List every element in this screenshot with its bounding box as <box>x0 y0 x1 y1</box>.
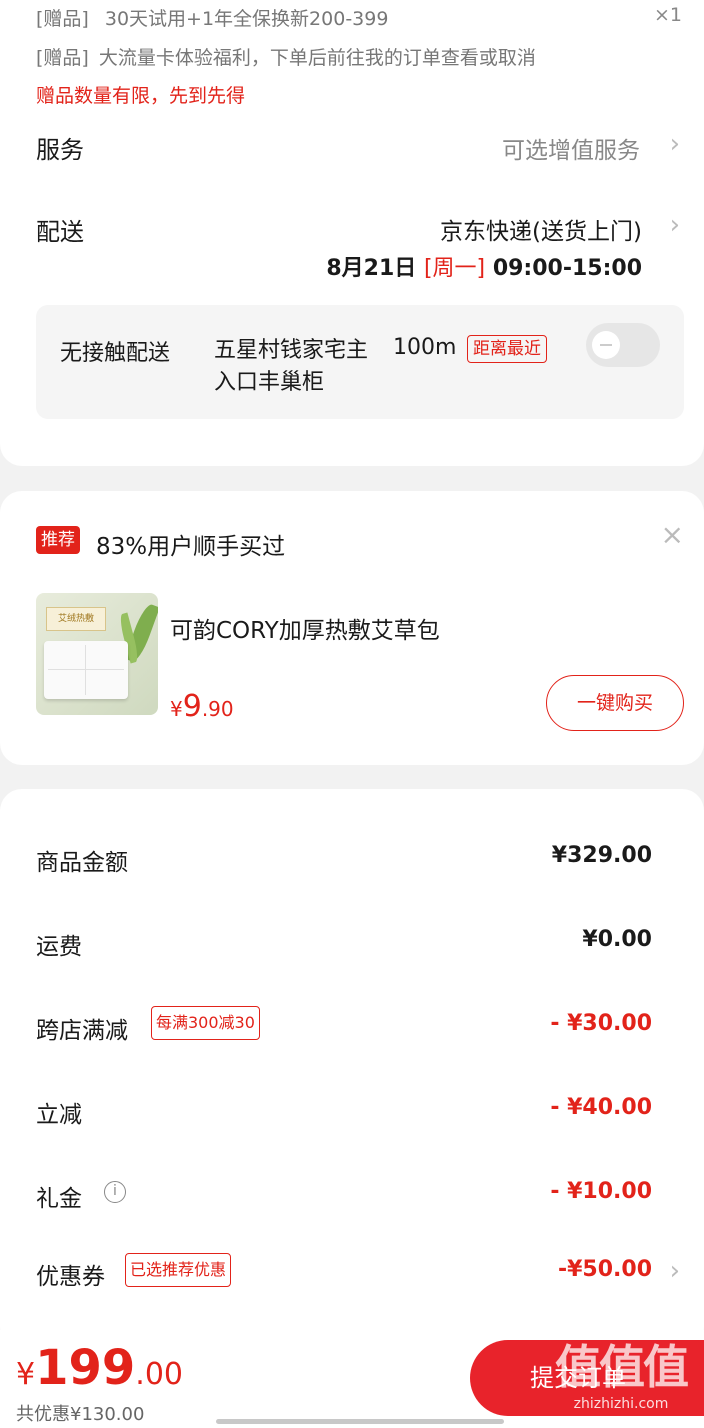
goods-amount-label: 商品金额 <box>36 850 128 876</box>
goods-amount-value: ¥329.00 <box>551 843 652 868</box>
delivery-weekday: [周一] <box>423 256 486 281</box>
gift-item-2: [赠品] 大流量卡体验福利，下单后前往我的订单查看或取消 <box>36 43 536 70</box>
site-watermark: 值值值 zhizhizhi.com <box>555 1340 689 1412</box>
service-value: 可选增值服务 <box>502 138 640 164</box>
gift-text: 大流量卡体验福利，下单后前往我的订单查看或取消 <box>98 47 536 69</box>
gift-tag: [赠品] <box>36 47 89 69</box>
recommend-title: 83%用户顺手买过 <box>96 534 286 560</box>
thumbnail-banner: 艾绒热敷 <box>46 607 106 631</box>
price-summary-card: 商品金额 ¥329.00 运费 ¥0.00 跨店满减 每满300减30 - ¥3… <box>0 789 704 1349</box>
pickup-distance: 100m <box>393 335 457 360</box>
cross-store-badge: 每满300减30 <box>151 1006 260 1040</box>
cross-store-label: 跨店满减 <box>36 1018 128 1044</box>
info-icon[interactable]: i <box>104 1181 126 1203</box>
product-name[interactable]: 可韵CORY加厚热敷艾草包 <box>170 611 440 645</box>
instant-discount-value: - ¥40.00 <box>550 1095 652 1120</box>
chevron-right-icon: › <box>669 1256 680 1286</box>
one-click-buy-button[interactable]: 一键购买 <box>546 675 684 731</box>
chevron-right-icon: › <box>669 129 680 159</box>
order-confirm-page: [赠品] 30天试用+1年全保换新200-399 ×1 [赠品] 大流量卡体验福… <box>0 0 704 1428</box>
coupon-label: 优惠券 <box>36 1264 105 1290</box>
delivery-time: 8月21日 [周一] 09:00-15:00 <box>326 250 642 282</box>
shipping-label: 运费 <box>36 934 82 960</box>
service-label: 服务 <box>36 136 84 164</box>
instant-discount-label: 立减 <box>36 1102 82 1128</box>
recommend-tag: 推荐 <box>36 526 80 554</box>
gift-money-label: 礼金 <box>36 1186 82 1212</box>
toggle-knob <box>592 331 620 359</box>
chevron-right-icon: › <box>669 210 680 240</box>
product-thumbnail[interactable]: 艾绒热敷 <box>36 593 158 715</box>
no-contact-label: 无接触配送 <box>60 341 171 366</box>
delivery-date: 8月21日 <box>326 256 417 281</box>
gift-quantity: ×1 <box>653 4 682 26</box>
total-saved: 共优惠¥130.00 <box>16 1404 145 1425</box>
delivery-method: 京东快递(送货上门) <box>440 219 642 245</box>
checkout-bar: ¥199.00 共优惠¥130.00 提交订单 值值值 zhizhizhi.co… <box>0 1330 704 1428</box>
coupon-badge: 已选推荐优惠 <box>125 1253 232 1287</box>
gift-item-1: [赠品] 30天试用+1年全保换新200-399 <box>36 4 388 31</box>
order-detail-card: [赠品] 30天试用+1年全保换新200-399 ×1 [赠品] 大流量卡体验福… <box>0 0 704 466</box>
shipping-value: ¥0.00 <box>582 927 652 952</box>
cross-store-value: - ¥30.00 <box>550 1011 652 1036</box>
gift-warning: 赠品数量有限，先到先得 <box>36 85 246 107</box>
no-contact-toggle[interactable] <box>586 323 660 367</box>
gift-money-value: - ¥10.00 <box>550 1179 652 1204</box>
gift-text: 30天试用+1年全保换新200-399 <box>104 8 389 30</box>
total-price: ¥199.00 <box>16 1340 184 1396</box>
delivery-label: 配送 <box>36 218 84 246</box>
close-icon[interactable]: × <box>661 521 684 549</box>
pickup-address: 五星村钱家宅主入口丰巢柜 <box>214 338 369 395</box>
gift-tag: [赠品] <box>36 8 89 30</box>
nearest-badge: 距离最近 <box>467 335 547 363</box>
home-indicator[interactable] <box>216 1419 504 1424</box>
delivery-slot: 09:00-15:00 <box>492 256 642 281</box>
no-contact-delivery-box: 无接触配送 五星村钱家宅主入口丰巢柜 100m 距离最近 <box>36 305 684 419</box>
recommend-card: 推荐 83%用户顺手买过 × 艾绒热敷 可韵CORY加厚热敷艾草包 ¥9.90 … <box>0 491 704 765</box>
product-price: ¥9.90 <box>170 689 234 724</box>
coupon-value: -¥50.00 <box>557 1257 652 1282</box>
